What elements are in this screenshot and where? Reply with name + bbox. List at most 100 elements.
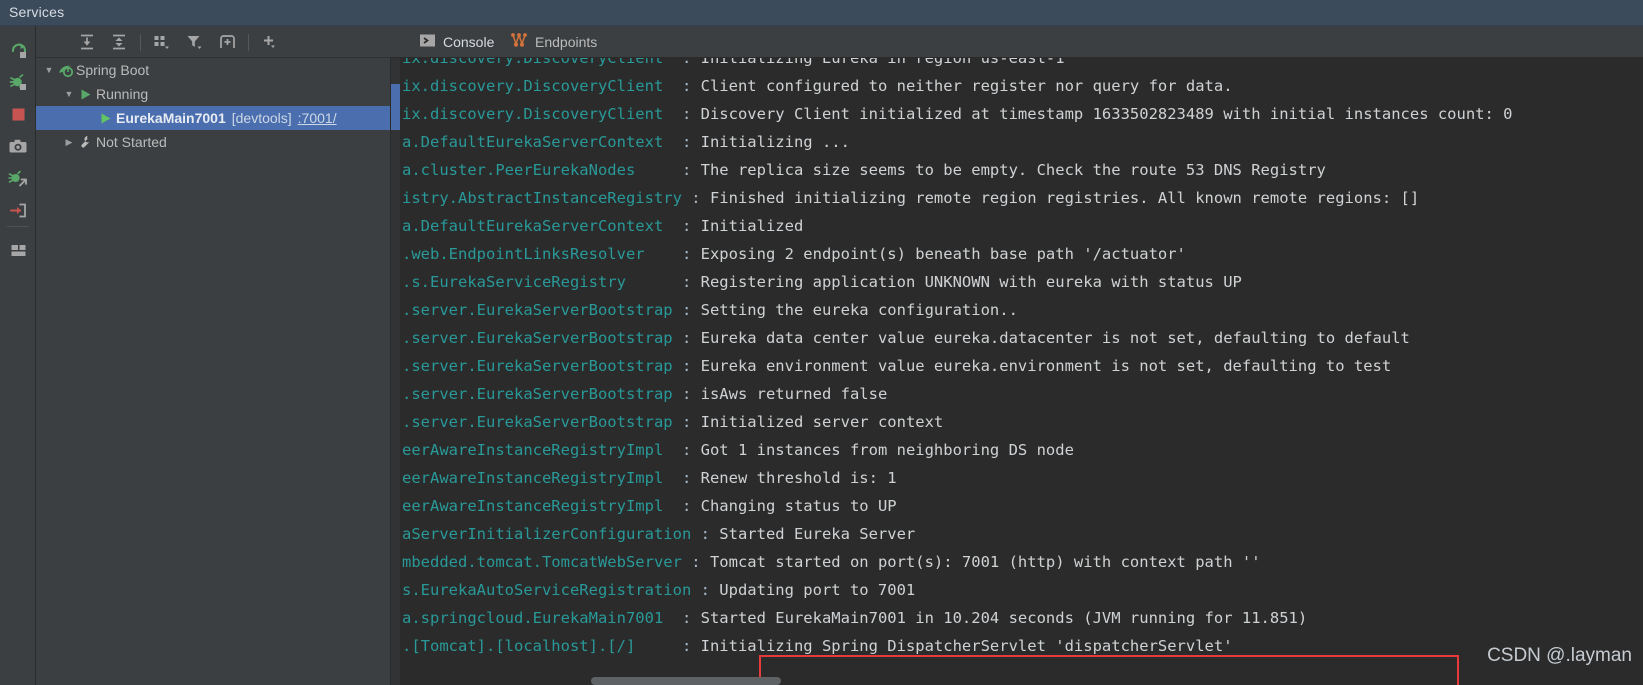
log-line: eerAwareInstanceRegistryImpl : Changing … [402,492,1643,520]
log-logger-name: eerAwareInstanceRegistryImpl [402,469,682,487]
tree-item-not-started[interactable]: ▶ Not Started [36,130,390,154]
horizontal-scrollbar[interactable] [591,677,781,685]
log-logger-name: eerAwareInstanceRegistryImpl [402,497,682,515]
filter-icon[interactable] [183,31,205,53]
log-line: a.springcloud.EurekaMain7001 : Started E… [402,604,1643,632]
log-logger-name: ix.discovery.DiscoveryClient [402,105,682,123]
log-logger-name: ix.discovery.DiscoveryClient [402,58,682,67]
log-message: Exposing 2 endpoint(s) beneath base path… [700,245,1186,263]
log-line: ix.discovery.DiscoveryClient : Discovery… [402,100,1643,128]
tree-toolbar [36,26,391,58]
endpoints-icon [510,33,528,51]
log-message: Initialized server context [700,413,944,431]
add-tab-icon[interactable] [216,31,238,53]
services-tree-panel: ▼ Spring Boot ▼ Running EurekaMain7001 [… [36,26,391,685]
group-by-icon[interactable] [150,31,172,53]
collapse-all-icon[interactable] [108,31,130,53]
log-separator: : [681,413,701,431]
gutter-highlight [391,84,400,130]
log-message: Initialized [700,217,804,235]
chevron-down-icon[interactable]: ▼ [62,89,76,99]
console-icon [419,33,436,51]
log-line: a.cluster.PeerEurekaNodes : The replica … [402,156,1643,184]
log-logger-name: .server.EurekaServerBootstrap [402,385,682,403]
log-line: ix.discovery.DiscoveryClient : Initializ… [402,58,1643,72]
log-line: s.EurekaAutoServiceRegistration : Updati… [402,576,1643,604]
attach-debugger-icon[interactable] [6,166,30,190]
console-output[interactable]: ix.discovery.DiscoveryClient : Initializ… [391,58,1643,685]
log-message: Changing status to UP [700,497,897,515]
tree-item-running[interactable]: ▼ Running [36,82,390,106]
log-separator: : [681,441,701,459]
add-icon[interactable] [258,31,280,53]
log-separator: : [681,301,701,319]
tree-item-eurekamain7001[interactable]: EurekaMain7001 [devtools] :7001/ [36,106,390,130]
log-line: .server.EurekaServerBootstrap : Eureka e… [402,352,1643,380]
log-line: .s.EurekaServiceRegistry : Registering a… [402,268,1643,296]
log-logger-name: .server.EurekaServerBootstrap [402,301,682,319]
tree-item-label: Spring Boot [76,62,150,78]
watermark: CSDN @.layman [1487,645,1632,666]
log-logger-name: .server.EurekaServerBootstrap [402,413,682,431]
log-logger-name: mbedded.tomcat.TomcatWebServer [402,553,692,571]
tree-item-spring-boot[interactable]: ▼ Spring Boot [36,58,390,82]
log-separator: : [681,469,701,487]
log-line: ix.discovery.DiscoveryClient : Client co… [402,72,1643,100]
wrench-icon [76,134,94,150]
toolbar-separator-2 [248,34,249,51]
log-line-list: ix.discovery.DiscoveryClient : Initializ… [402,58,1643,660]
log-line: eerAwareInstanceRegistryImpl : Got 1 ins… [402,436,1643,464]
chevron-right-icon[interactable]: ▶ [62,137,76,148]
exit-icon[interactable] [6,198,30,222]
log-logger-name: .web.EndpointLinksResolver [402,245,682,263]
log-message: Initializing ... [700,133,850,151]
chevron-down-icon[interactable]: ▼ [42,65,56,75]
log-separator: : [681,245,701,263]
window-title: Services [9,4,65,20]
log-line: mbedded.tomcat.TomcatWebServer : Tomcat … [402,548,1643,576]
log-separator: : [681,497,701,515]
layout-icon[interactable] [6,238,30,262]
log-separator: : [681,273,701,291]
log-separator: : [691,553,710,571]
tree-item-label: EurekaMain7001 [116,110,226,126]
camera-icon[interactable] [6,134,30,158]
tab-endpoints[interactable]: Endpoints [504,26,603,58]
debug-icon[interactable] [6,70,30,94]
log-message: Started Eureka Server [719,525,916,543]
log-message: Discovery Client initialized at timestam… [700,105,1513,123]
log-line: eerAwareInstanceRegistryImpl : Renew thr… [402,464,1643,492]
log-message: Initializing Spring DispatcherServlet 'd… [700,637,1233,655]
rerun-icon[interactable] [6,38,30,62]
log-separator: : [681,105,701,123]
toolbar-separator-1 [140,34,141,51]
log-message: isAws returned false [700,385,888,403]
log-separator: : [681,77,701,95]
log-logger-name: a.DefaultEurekaServerContext [402,133,682,151]
log-separator: : [681,357,701,375]
tree-item-port-link[interactable]: :7001/ [298,110,337,126]
tree-item-label: Not Started [96,134,167,150]
rail-divider [7,226,29,227]
console-tab-bar: Console Endpoints [391,26,1643,58]
tab-label: Console [443,34,495,50]
log-separator: : [681,385,701,403]
expand-all-icon[interactable] [76,31,98,53]
log-separator: : [700,581,720,599]
tab-label: Endpoints [535,34,598,50]
log-line: aServerInitializerConfiguration : Starte… [402,520,1643,548]
log-logger-name: aServerInitializerConfiguration [402,525,701,543]
log-line: .server.EurekaServerBootstrap : Setting … [402,296,1643,324]
log-separator: : [681,58,701,67]
tab-console[interactable]: Console [413,26,500,58]
stop-icon[interactable] [6,102,30,126]
log-line: .server.EurekaServerBootstrap : Initiali… [402,408,1643,436]
log-message: Renew threshold is: 1 [700,469,897,487]
log-line: .server.EurekaServerBootstrap : Eureka d… [402,324,1643,352]
log-message: Finished initializing remote region regi… [709,189,1420,207]
log-message: Registering application UNKNOWN with eur… [700,273,1242,291]
services-tree[interactable]: ▼ Spring Boot ▼ Running EurekaMain7001 [… [36,58,391,685]
log-line: .web.EndpointLinksResolver : Exposing 2 … [402,240,1643,268]
log-separator: : [681,329,701,347]
run-icon [96,111,114,126]
